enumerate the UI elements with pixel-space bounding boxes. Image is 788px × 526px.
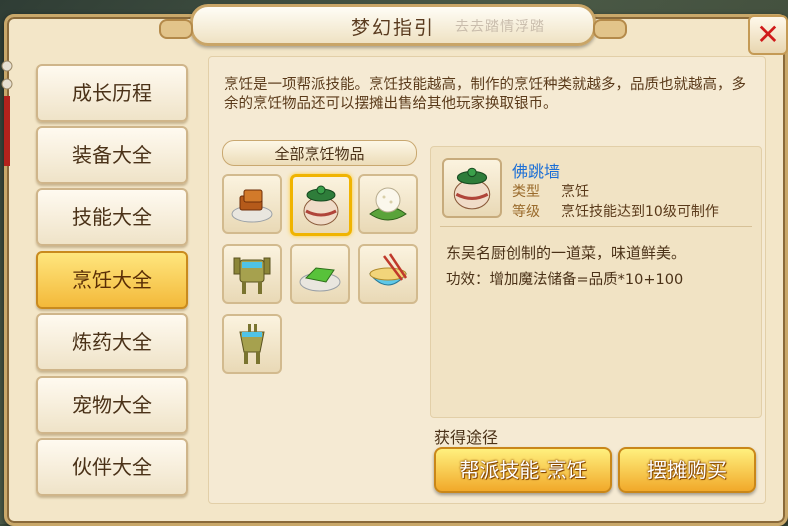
jar-dish-icon	[453, 167, 491, 210]
item-level-label: 等级	[512, 204, 540, 220]
sidebar-item-cooking[interactable]: 烹饪大全	[36, 251, 188, 309]
sidebar-item-skills[interactable]: 技能大全	[36, 188, 188, 246]
item-slot-noodle-bowl[interactable]	[358, 244, 418, 304]
sidebar-item-equipment[interactable]: 装备大全	[36, 126, 188, 184]
title-ornament-right	[593, 19, 627, 39]
close-icon: ✕	[756, 18, 780, 51]
category-header: 全部烹饪物品	[222, 140, 417, 166]
braised-tofu-icon	[231, 189, 273, 223]
item-name: 佛跳墙	[512, 162, 561, 181]
detail-divider	[440, 226, 752, 227]
bronze-cup-icon	[239, 324, 265, 364]
cooking-description: 烹饪是一项帮派技能。烹饪技能越高，制作的烹饪种类就越多，品质也就越高，多余的烹饪…	[224, 77, 746, 112]
item-slot-green-cake[interactable]	[290, 244, 350, 304]
sidebar-item-alchemy[interactable]: 炼药大全	[36, 313, 188, 371]
source-label: 获得途径	[434, 428, 499, 447]
sidebar-item-growth[interactable]: 成长历程	[36, 64, 188, 122]
jar-dish-icon	[303, 185, 339, 226]
detail-item-icon-frame	[442, 158, 502, 218]
item-slot-bronze-vessel[interactable]	[222, 244, 282, 304]
close-button[interactable]: ✕	[748, 15, 788, 55]
green-cake-icon	[299, 267, 341, 292]
category-label: 全部烹饪物品	[274, 145, 365, 163]
item-slot-braised-tofu[interactable]	[222, 174, 282, 234]
title-ornament-left	[159, 19, 193, 39]
sidebar: 成长历程 装备大全 技能大全 烹饪大全 炼药大全 宠物大全 伙伴大全	[26, 54, 196, 496]
item-slot-bronze-cup[interactable]	[222, 314, 282, 374]
item-effect-text: 功效：增加魔法储备=品质*10+100	[446, 272, 684, 288]
item-type-value: 烹饪	[561, 184, 589, 200]
title-bar: 梦幻指引 去去踏情浮踏	[159, 4, 627, 46]
item-slot-jar-dish[interactable]	[290, 174, 352, 236]
bronze-vessel-icon	[233, 257, 271, 294]
item-level-value: 烹饪技能达到10级可制作	[561, 204, 719, 220]
sidebar-item-pets[interactable]: 宠物大全	[36, 376, 188, 434]
noodle-bowl-icon	[368, 253, 408, 286]
item-slot-rice-ball[interactable]	[358, 174, 418, 234]
sidebar-item-partners[interactable]: 伙伴大全	[36, 438, 188, 496]
tassel-ornament	[1, 60, 13, 166]
item-flavor-text: 东吴名厨创制的一道菜，味道鲜美。	[446, 244, 687, 262]
stall-buy-button[interactable]: 摆摊购买	[618, 447, 756, 493]
rice-ball-icon	[369, 187, 407, 221]
title-decoration: 去去踏情浮踏	[455, 19, 545, 35]
item-type-label: 类型	[512, 184, 540, 200]
guild-skill-cooking-button[interactable]: 帮派技能-烹饪	[434, 447, 612, 493]
